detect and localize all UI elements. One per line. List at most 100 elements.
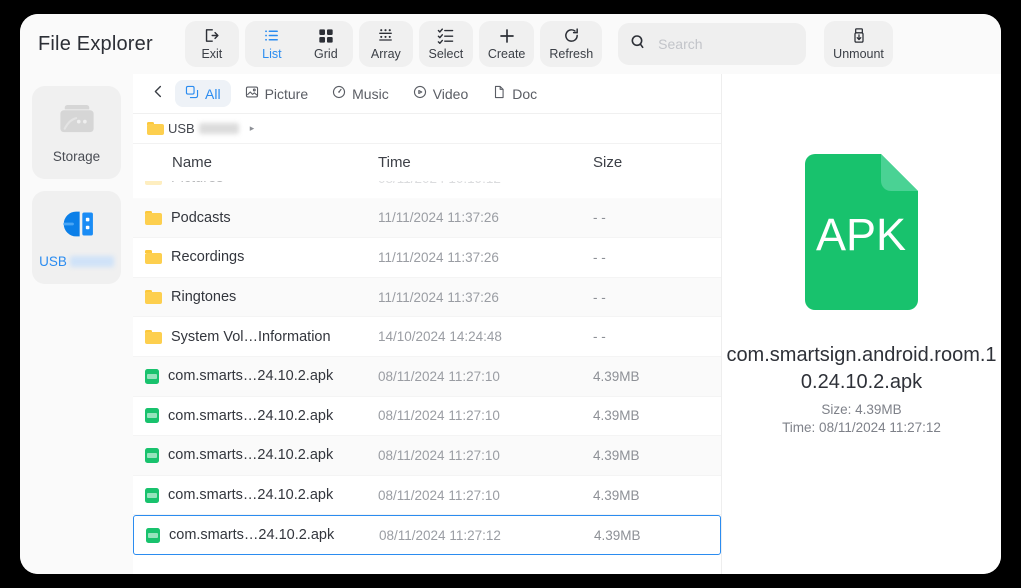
file-name-cell: Recordings (133, 249, 378, 265)
select-icon (437, 26, 454, 45)
create-button[interactable]: Create (478, 21, 535, 67)
folder-icon (145, 329, 162, 344)
file-size-cell: 4.39MB (593, 368, 640, 384)
breadcrumb: USB ▸ (133, 114, 721, 144)
sidebar-item-storage[interactable]: Storage (32, 86, 121, 179)
search-icon (630, 34, 646, 55)
table-row[interactable]: com.smarts…24.10.2.apk 08/11/2024 11:27:1… (133, 436, 721, 476)
apk-icon-label: APK (816, 209, 906, 260)
array-icon (377, 26, 394, 45)
folder-icon (147, 121, 164, 136)
sidebar-item-usb[interactable]: USB (32, 191, 121, 284)
file-name-label: com.smarts…24.10.2.apk (168, 407, 334, 424)
chevron-left-icon (151, 84, 166, 104)
file-size-cell: - - (593, 329, 606, 345)
detail-size: Size: 4.39MB (821, 402, 902, 417)
file-name-label: com.smarts…24.10.2.apk (168, 487, 334, 504)
refresh-button[interactable]: Refresh (540, 21, 603, 67)
video-icon (413, 85, 427, 102)
file-name-label: com.smarts…24.10.2.apk (168, 447, 334, 464)
filter-tab-video[interactable]: Video (403, 80, 479, 107)
view-mode-group: List Grid (244, 21, 353, 67)
file-name-label: Recordings (171, 249, 245, 266)
file-size-cell: 4.39MB (593, 447, 640, 463)
breadcrumb-item-usb-label: USB (168, 121, 195, 136)
table-row[interactable]: com.smarts…24.10.2.apk 08/11/2024 11:27:1… (133, 356, 721, 397)
filter-tab-doc-label: Doc (512, 85, 538, 102)
file-time-cell: 08/11/2024 11:27:10 (378, 368, 500, 384)
filter-tab-doc[interactable]: Doc (482, 80, 547, 107)
file-list-rows[interactable]: Pictures08/11/2024 10:19:12- -Podcasts11… (133, 159, 721, 574)
grid-icon (318, 26, 334, 45)
unmount-label: Unmount (833, 47, 884, 61)
filter-tab-music-label: Music (352, 85, 389, 102)
array-view-button[interactable]: Array (358, 21, 413, 67)
array-view-label: Array (370, 47, 401, 61)
table-row[interactable]: Ringtones 11/11/2024 11:37:26 - - (133, 277, 721, 318)
detail-time: Time: 08/11/2024 11:27:12 (782, 420, 941, 435)
sidebar-item-storage-label: Storage (52, 148, 101, 164)
column-header-size[interactable]: Size (593, 154, 721, 171)
apk-icon (145, 447, 159, 463)
table-row[interactable]: com.smarts…24.10.2.apk 08/11/2024 11:27:1… (133, 476, 721, 516)
search-box[interactable] (618, 23, 807, 65)
filter-tab-all[interactable]: All (175, 80, 231, 107)
file-name-cell: Podcasts (133, 210, 378, 226)
apk-icon (145, 487, 159, 503)
search-input[interactable] (656, 35, 795, 53)
breadcrumb-item-usb[interactable]: USB (147, 121, 239, 136)
image-icon (245, 85, 259, 102)
exit-button[interactable]: Exit (184, 21, 239, 67)
filter-tab-video-label: Video (432, 85, 469, 102)
folder-icon (145, 210, 162, 225)
breadcrumb-separator: ▸ (249, 123, 255, 133)
file-list-column: All Picture Music Video Doc USB ▸ Name T… (133, 74, 722, 574)
file-name-cell: System Vol…Information (133, 329, 378, 345)
filter-tab-all-label: All (205, 85, 221, 102)
table-row[interactable]: Recordings 11/11/2024 11:37:26 - - (133, 238, 721, 278)
list-view-button[interactable]: List (245, 21, 299, 67)
back-button[interactable] (145, 81, 171, 107)
file-name-label: com.smarts…24.10.2.apk (169, 527, 335, 544)
file-size-cell: - - (593, 210, 606, 226)
file-name-cell: com.smarts…24.10.2.apk (133, 368, 378, 384)
usb-drive-icon (54, 207, 100, 246)
table-row[interactable]: Podcasts 11/11/2024 11:37:26 - - (133, 198, 721, 239)
apk-icon (146, 527, 160, 543)
file-size-cell: 4.39MB (593, 408, 640, 424)
file-size-cell: - - (593, 289, 606, 305)
apk-file-icon: APK (795, 152, 928, 312)
file-explorer-window: File Explorer Exit List Grid Array Selec… (20, 14, 1001, 574)
grid-view-button[interactable]: Grid (299, 21, 353, 67)
column-header-name[interactable]: Name (133, 154, 378, 171)
refresh-label: Refresh (549, 47, 594, 61)
exit-label: Exit (201, 47, 223, 61)
table-row[interactable]: com.smarts…24.10.2.apk 08/11/2024 11:27:1… (133, 397, 721, 437)
redacted-usb-label (69, 255, 114, 267)
sidebar-item-usb-label: USB (39, 254, 114, 269)
sidebar: Storage USB (20, 74, 133, 574)
apk-icon (145, 368, 159, 384)
select-button[interactable]: Select (418, 21, 473, 67)
file-size-cell: 4.39MB (594, 527, 641, 543)
file-name-label: com.smarts…24.10.2.apk (168, 368, 334, 385)
filter-tab-music[interactable]: Music (322, 80, 399, 107)
page-title: File Explorer (38, 32, 153, 55)
redacted-breadcrumb-label (198, 123, 239, 134)
unmount-button[interactable]: Unmount (824, 21, 893, 67)
file-size-cell: 4.39MB (593, 487, 640, 503)
select-label: Select (428, 47, 464, 61)
table-row[interactable]: com.smarts…24.10.2.apk 08/11/2024 11:27:1… (133, 515, 721, 555)
file-name-label: Podcasts (171, 209, 231, 226)
file-time-cell: 11/11/2024 11:37:26 (378, 210, 499, 226)
table-row[interactable]: System Vol…Information 14/10/2024 14:24:4… (133, 317, 721, 357)
column-header-time[interactable]: Time (378, 154, 593, 171)
apk-icon (145, 408, 159, 424)
file-time-cell: 08/11/2024 11:27:12 (379, 527, 501, 543)
music-icon (332, 85, 346, 102)
folder-icon (145, 250, 162, 265)
file-name-label: System Vol…Information (171, 328, 331, 345)
file-name-label: Ringtones (171, 289, 237, 306)
window-body: Storage USB All Picture Music Video Doc … (20, 74, 1001, 574)
filter-tab-picture[interactable]: Picture (235, 80, 319, 107)
